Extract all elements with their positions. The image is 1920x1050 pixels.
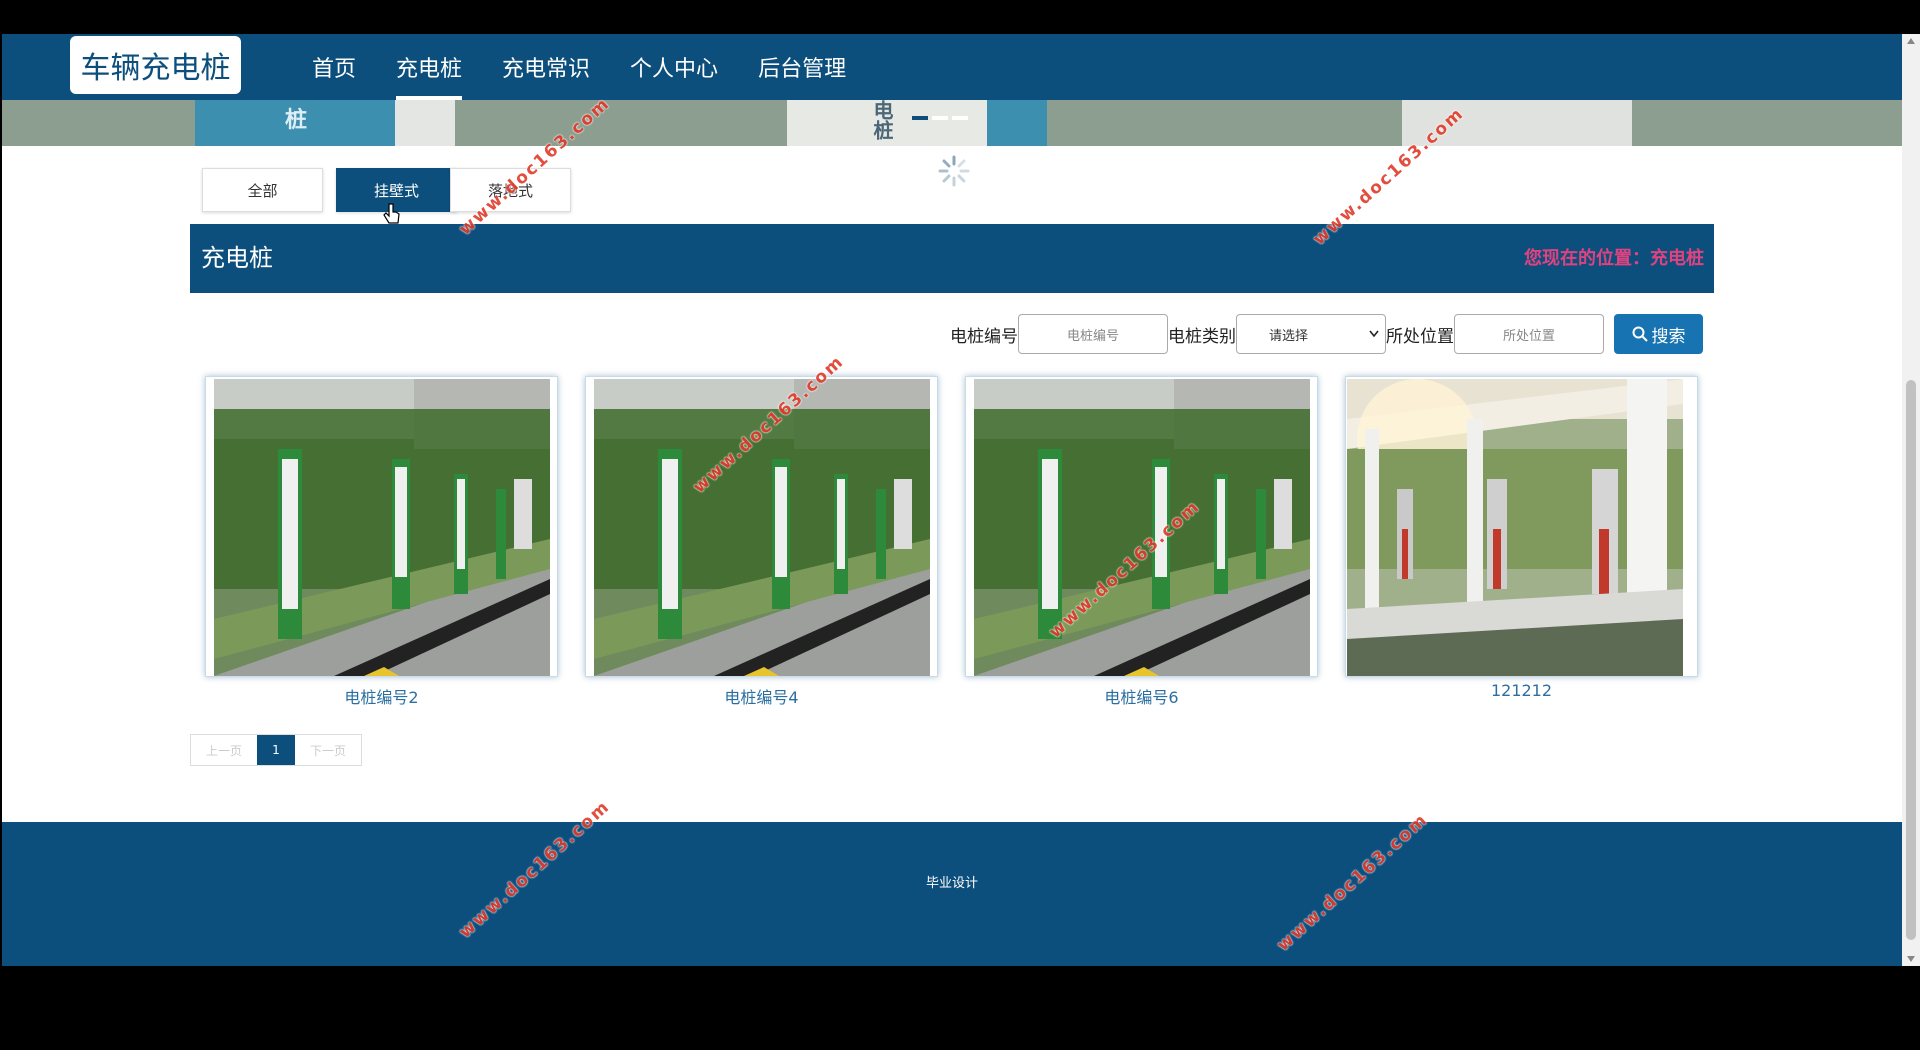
scroll-up-icon[interactable]	[1907, 38, 1915, 44]
section-header: 充电桩 您现在的位置：充电桩	[190, 224, 1714, 293]
mouse-pointer-icon	[383, 203, 400, 224]
footer-text: 毕业设计	[925, 876, 978, 891]
carousel-dot[interactable]	[952, 116, 968, 120]
search-button-label: 搜索	[1651, 326, 1686, 347]
pile-card-caption[interactable]: 121212	[1345, 681, 1698, 700]
banner-photo-segment	[395, 100, 455, 146]
search-button[interactable]: 搜索	[1614, 314, 1703, 354]
type-select[interactable]: 请选择	[1236, 314, 1386, 354]
pile-card[interactable]	[205, 376, 558, 677]
carousel-dot[interactable]	[912, 116, 928, 120]
nav-charging-piles[interactable]: 充电桩	[376, 34, 482, 100]
nav-home[interactable]: 首页	[292, 34, 376, 100]
site-logo[interactable]: 车辆充电桩	[70, 36, 241, 94]
filter-all-button[interactable]: 全部	[202, 168, 323, 212]
browser-viewport: 车辆充电桩 首页 充电桩 充电常识 个人中心 后台管理 桩 电桩 全部 挂壁式 …	[2, 34, 1902, 966]
main-nav: 首页 充电桩 充电常识 个人中心 后台管理	[292, 34, 866, 100]
pile-card[interactable]	[1345, 376, 1698, 677]
next-page-button[interactable]: 下一页	[295, 735, 361, 765]
pile-card-caption[interactable]: 电桩编号2	[205, 684, 558, 708]
banner-photo-left: 桩	[195, 100, 395, 146]
green-charging-posts-image	[214, 379, 550, 676]
pagination: 上一页 1 下一页	[190, 734, 362, 766]
location-label: 所处位置	[1386, 326, 1454, 347]
page-footer: 毕业设计	[2, 822, 1902, 966]
scroll-thumb[interactable]	[1906, 380, 1916, 940]
chevron-down-icon	[1369, 330, 1379, 338]
type-select-value: 请选择	[1269, 328, 1309, 344]
pile-card-caption[interactable]: 电桩编号4	[585, 684, 938, 708]
banner-sign-left: 桩	[285, 108, 308, 133]
code-label: 电桩编号	[950, 326, 1018, 347]
page-1-button[interactable]: 1	[257, 735, 295, 765]
location-input[interactable]: 所处位置	[1454, 314, 1604, 354]
banner-photo-center: 电桩	[787, 100, 987, 146]
top-navbar: 车辆充电桩 首页 充电桩 充电常识 个人中心 后台管理	[2, 34, 1902, 100]
loading-spinner-icon	[938, 155, 970, 187]
nav-charging-knowledge[interactable]: 充电常识	[482, 34, 610, 100]
banner-photo-segment	[987, 100, 1047, 146]
carousel-dot[interactable]	[932, 116, 948, 120]
pile-card-caption[interactable]: 电桩编号6	[965, 684, 1318, 708]
nav-personal-center[interactable]: 个人中心	[610, 34, 738, 100]
search-icon	[1632, 326, 1648, 342]
vertical-scrollbar[interactable]	[1902, 34, 1920, 966]
carousel-indicators	[912, 116, 968, 120]
code-input[interactable]: 电桩编号	[1018, 314, 1168, 354]
scroll-down-icon[interactable]	[1907, 956, 1915, 962]
nav-admin[interactable]: 后台管理	[738, 34, 866, 100]
banner-sign-center: 电桩	[870, 100, 894, 140]
section-title: 充电桩	[201, 244, 273, 272]
prev-page-button[interactable]: 上一页	[191, 735, 257, 765]
canopy-charging-station-image	[1347, 379, 1683, 676]
green-charging-posts-image	[974, 379, 1310, 676]
search-form: 电桩编号 电桩编号 电桩类别 请选择 所处位置 所处位置	[950, 314, 1604, 354]
banner-carousel: 桩 电桩	[2, 100, 1902, 146]
pile-card[interactable]	[965, 376, 1318, 677]
breadcrumb-location: 您现在的位置：充电桩	[1524, 248, 1704, 269]
type-label: 电桩类别	[1168, 326, 1236, 347]
